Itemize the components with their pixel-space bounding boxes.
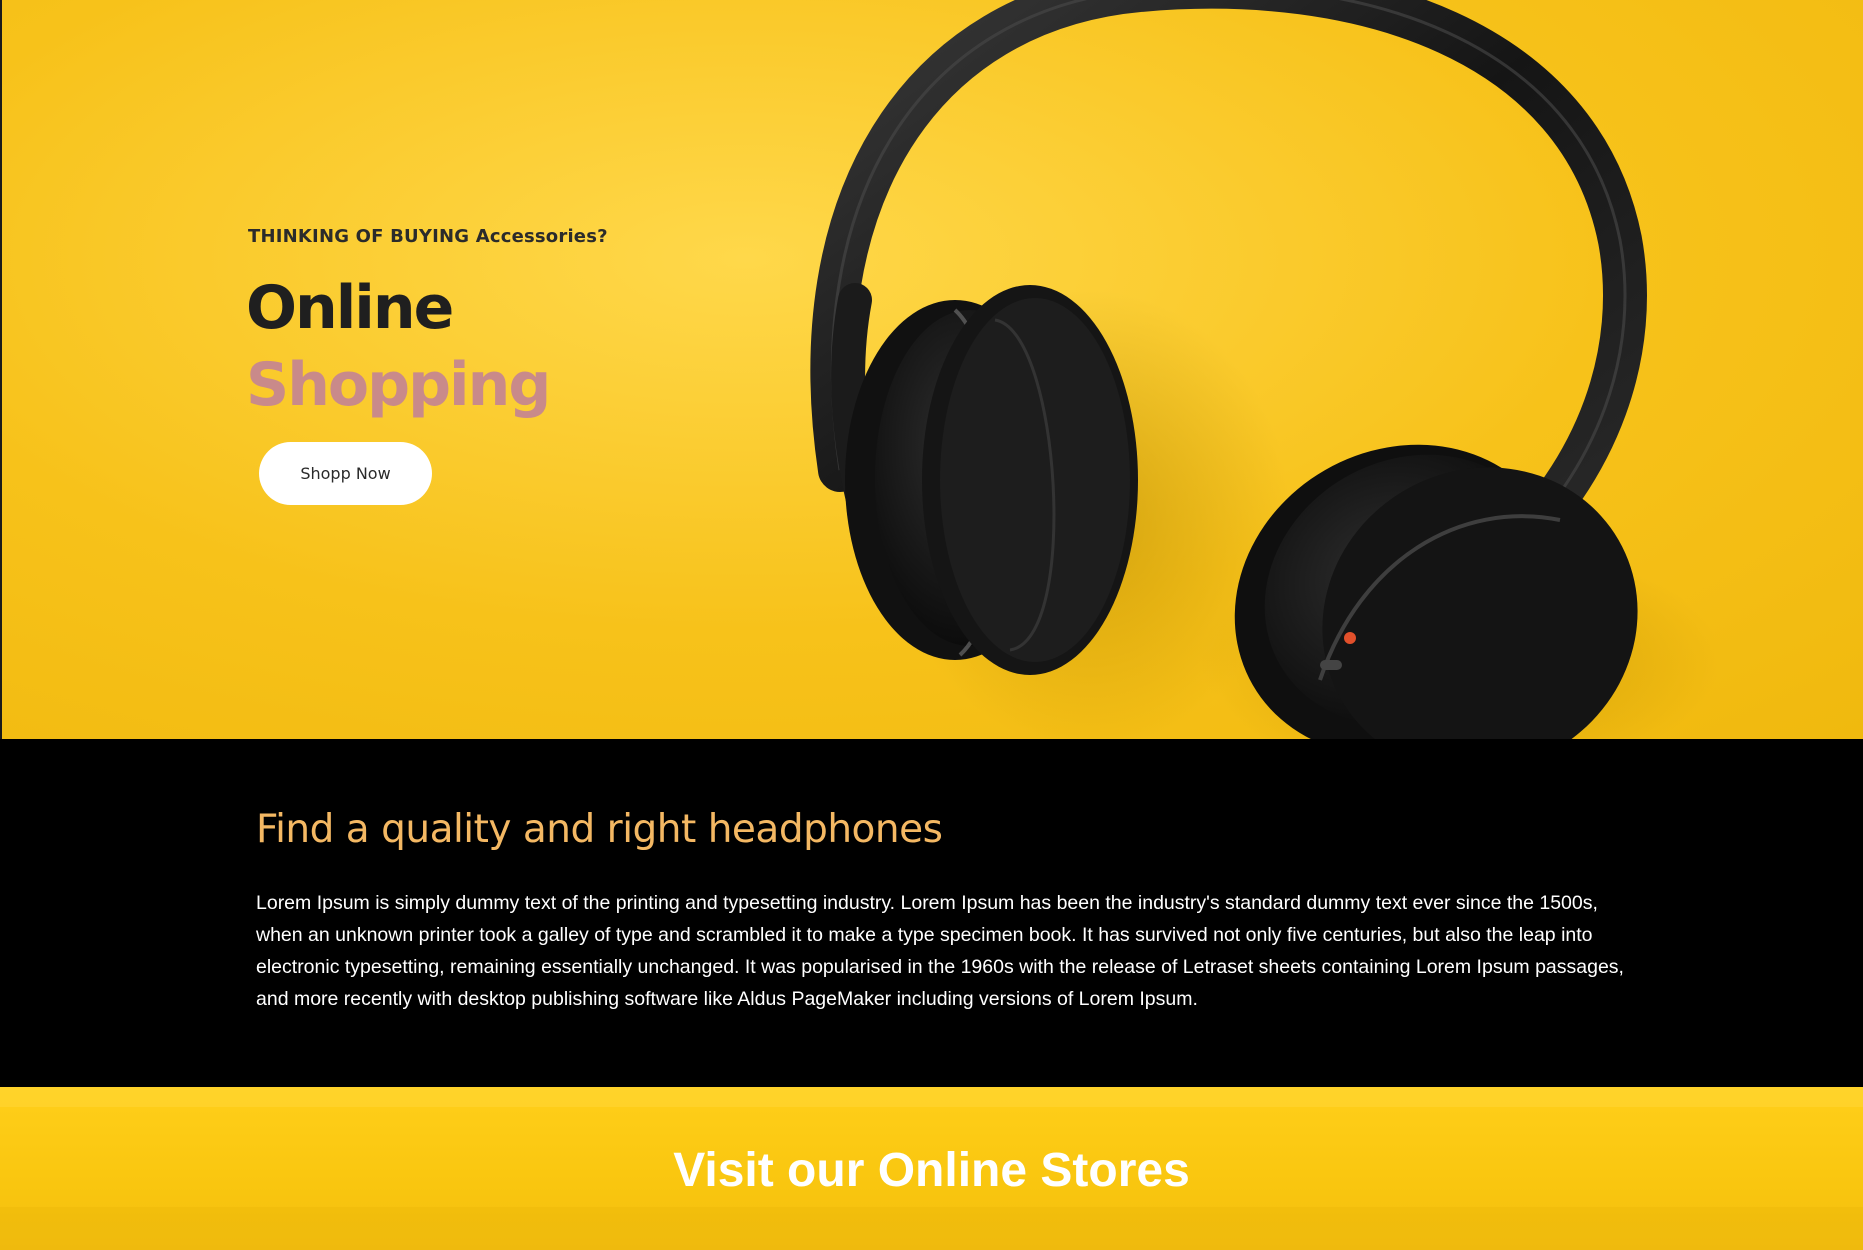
shop-now-button[interactable]: Shopp Now [259,442,432,505]
hero-title-line1: Online [246,273,454,343]
headphones-image [810,0,1720,739]
hero-kicker: THINKING OF BUYING Accessories? [248,226,608,247]
info-paragraph: Lorem Ipsum is simply dummy text of the … [256,892,1624,1010]
hero-left-border [0,0,2,739]
hero-banner: THINKING OF BUYING Accessories? Online S… [0,0,1863,739]
info-heading: Find a quality and right headphones [256,807,943,852]
hero-title-line2: Shopping [246,350,551,420]
stores-heading: Visit our Online Stores [673,1144,1190,1197]
